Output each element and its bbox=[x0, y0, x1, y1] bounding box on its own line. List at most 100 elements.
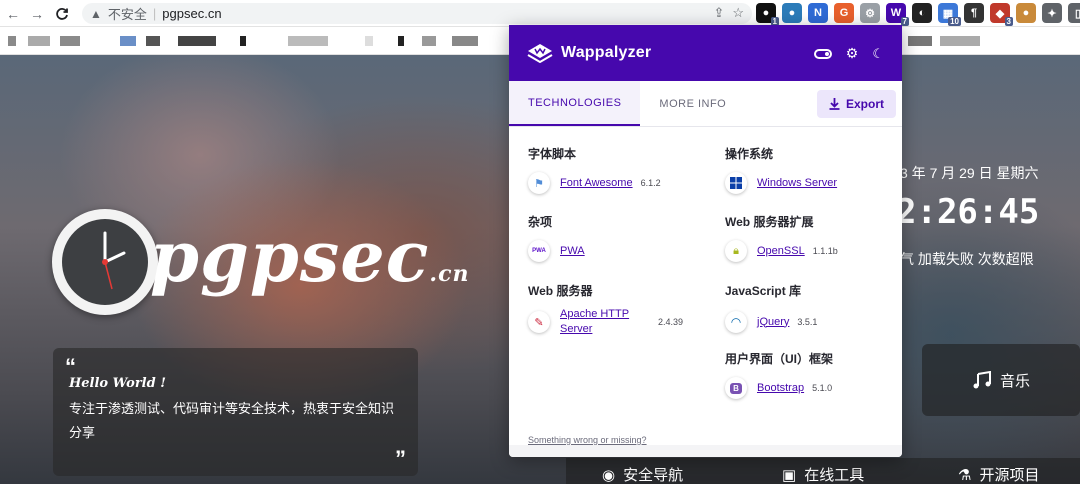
site-logo-text[interactable]: pgpsec.cn bbox=[150, 215, 469, 298]
ext-sidepanel-icon[interactable]: ▯ bbox=[1068, 3, 1080, 23]
back-button[interactable]: ← bbox=[2, 3, 24, 25]
intro-card: “ Hello World ! 专注于渗透测试、代码审计等安全技术，热衷于安全知… bbox=[53, 348, 418, 476]
tech-link[interactable]: Windows Server bbox=[757, 176, 837, 191]
ext-wappalyzer-icon[interactable]: W7 bbox=[886, 3, 909, 26]
wappalyzer-title: Wappalyzer bbox=[561, 44, 652, 61]
warning-icon[interactable]: ▲ bbox=[90, 7, 102, 21]
forward-button[interactable]: → bbox=[26, 3, 48, 25]
tech-link[interactable]: Apache HTTP Server bbox=[560, 307, 646, 337]
category-javascript-libraries: JavaScript 库 ◠ jQuery 3.5.1 bbox=[725, 282, 902, 333]
star-icon[interactable]: ☆ bbox=[732, 5, 744, 21]
bookmark-blurred[interactable] bbox=[365, 36, 373, 46]
bookmark-blurred[interactable] bbox=[178, 36, 216, 46]
music-button[interactable]: 音乐 bbox=[922, 344, 1080, 416]
ext-blue-icon[interactable]: ▦ 10 bbox=[938, 3, 961, 26]
tech-version: 3.5.1 bbox=[797, 317, 818, 327]
bookmark-blurred[interactable] bbox=[398, 36, 404, 46]
weather-display: 气 加载失败 次数超限 bbox=[900, 251, 1034, 267]
pwa-icon: PWA bbox=[528, 240, 550, 262]
tab-technologies[interactable]: TECHNOLOGIES bbox=[509, 81, 641, 126]
compass-icon: ◉ bbox=[602, 466, 616, 484]
openssl-icon: 🔒︎ bbox=[725, 240, 747, 262]
clock-logo-icon bbox=[52, 209, 158, 315]
bookmark-blurred[interactable] bbox=[452, 36, 478, 46]
reload-button[interactable] bbox=[51, 3, 73, 25]
extension-badge: 3 bbox=[1004, 17, 1013, 26]
category-title: 杂项 bbox=[528, 215, 553, 229]
bookmark-blurred[interactable] bbox=[908, 36, 932, 46]
bookmark-blurred[interactable] bbox=[146, 36, 160, 46]
tech-link[interactable]: PWA bbox=[560, 244, 585, 259]
security-status[interactable]: 不安全 bbox=[108, 4, 147, 23]
ext-gray-icon[interactable]: ⚙ bbox=[860, 3, 880, 23]
category-misc: 杂项 PWA PWA bbox=[528, 213, 708, 262]
url-text[interactable]: pgpsec.cn bbox=[162, 6, 221, 21]
dark-mode-moon-icon[interactable]: ☾ bbox=[872, 46, 884, 62]
bookmark-blurred[interactable] bbox=[120, 36, 136, 46]
category-os: 操作系统 Windows Server bbox=[725, 145, 902, 194]
bookmark-blurred[interactable] bbox=[240, 36, 246, 46]
category-web-servers: Web 服务器 ✎ Apache HTTP Server 2.4.39 bbox=[528, 282, 708, 337]
tech-link[interactable]: jQuery bbox=[757, 315, 789, 330]
ext-globe-icon[interactable]: ● bbox=[782, 3, 802, 23]
tech-version: 1.1.1b bbox=[812, 246, 838, 256]
category-title: JavaScript 库 bbox=[725, 284, 802, 298]
tech-link[interactable]: Font Awesome bbox=[560, 176, 633, 191]
tech-item: 🔒︎ OpenSSL 1.1.1b bbox=[725, 240, 902, 262]
category-title: 用户界面（UI）框架 bbox=[725, 352, 834, 366]
technologies-list: 字体脚本 ⚑ Font Awesome 6.1.2 杂项 PWA PWA Web… bbox=[509, 127, 902, 451]
ext-mask-icon[interactable]: ◐ bbox=[912, 3, 932, 23]
ext-shield-icon[interactable]: ◆ 3 bbox=[990, 3, 1013, 26]
logo-suffix: .cn bbox=[429, 261, 470, 287]
date-display: 3 年 7 月 29 日 星期六 bbox=[900, 165, 1039, 181]
ext-cookie-icon[interactable]: ● bbox=[1016, 3, 1036, 23]
bottom-navigation: ◉ 安全导航 ▣ 在线工具 ⚗ 开源项目 bbox=[566, 458, 1080, 484]
toggle-switch[interactable] bbox=[813, 48, 832, 59]
category-title: 字体脚本 bbox=[528, 147, 577, 161]
tech-link[interactable]: OpenSSL bbox=[757, 244, 805, 259]
popup-footer-bar bbox=[509, 445, 902, 457]
tools-icon: ▣ bbox=[782, 466, 797, 484]
ext-n-icon[interactable]: N bbox=[808, 3, 828, 23]
bookmark-blurred[interactable] bbox=[60, 36, 80, 46]
nav-security-links[interactable]: ◉ 安全导航 bbox=[602, 464, 683, 484]
time-display: 2:26:45 bbox=[896, 192, 1040, 232]
tech-item: PWA PWA bbox=[528, 240, 708, 262]
music-note-icon bbox=[973, 371, 991, 389]
category-web-server-extensions: Web 服务器扩展 🔒︎ OpenSSL 1.1.1b bbox=[725, 213, 902, 262]
tech-link[interactable]: Bootstrap bbox=[757, 381, 804, 396]
category-font-scripts: 字体脚本 ⚑ Font Awesome 6.1.2 bbox=[528, 145, 708, 194]
open-quote-icon: “ bbox=[65, 354, 76, 379]
tech-version: 2.4.39 bbox=[658, 317, 684, 327]
ext-go-icon[interactable]: G bbox=[834, 3, 854, 23]
nav-open-source[interactable]: ⚗ 开源项目 bbox=[958, 464, 1039, 484]
ext-octocat-icon[interactable]: ● 1 bbox=[756, 3, 779, 26]
bookmark-blurred[interactable] bbox=[288, 36, 328, 46]
download-icon bbox=[829, 98, 840, 110]
logo-name: pgpsec bbox=[150, 215, 430, 298]
bookmark-blurred[interactable] bbox=[940, 36, 980, 46]
address-bar[interactable]: ▲ 不安全 | pgpsec.cn ⇪ ☆ bbox=[82, 3, 752, 24]
tech-item: ⚑ Font Awesome 6.1.2 bbox=[528, 172, 708, 194]
ext-para-icon[interactable]: ¶ bbox=[964, 3, 984, 23]
bookmark-blurred[interactable] bbox=[8, 36, 16, 46]
browser-toolbar: ← → ▲ 不安全 | pgpsec.cn ⇪ ☆ ● 1 ● N G ⚙ W 7 ◐ ▦ 10 ¶ ◆… bbox=[0, 0, 1080, 27]
report-issue-link[interactable]: Something wrong or missing? bbox=[528, 435, 647, 445]
nav-label: 在线工具 bbox=[804, 467, 865, 484]
nav-online-tools[interactable]: ▣ 在线工具 bbox=[782, 464, 864, 484]
nav-label: 开源项目 bbox=[979, 467, 1040, 484]
share-icon[interactable]: ⇪ bbox=[713, 5, 724, 21]
extensions-bar: ● 1 ● N G ⚙ W 7 ◐ ▦ 10 ¶ ◆ 3 ● ✦ ▯ bbox=[756, 3, 1080, 26]
intro-description: 专注于渗透测试、代码审计等安全技术，热衷于安全知识分享 bbox=[69, 401, 395, 440]
ext-puzzle-icon[interactable]: ✦ bbox=[1042, 3, 1062, 23]
tab-more-info[interactable]: MORE INFO bbox=[640, 81, 745, 126]
omnibox-separator: | bbox=[152, 6, 157, 21]
hello-text: Hello World ! bbox=[69, 376, 166, 391]
bookmark-blurred[interactable] bbox=[422, 36, 436, 46]
tech-version: 5.1.0 bbox=[812, 383, 833, 393]
bookmark-blurred[interactable] bbox=[28, 36, 50, 46]
settings-gear-icon[interactable]: ⚙ bbox=[846, 45, 859, 62]
tech-item: Windows Server bbox=[725, 172, 902, 194]
export-button[interactable]: Export bbox=[816, 90, 896, 118]
category-title: 操作系统 bbox=[725, 147, 774, 161]
